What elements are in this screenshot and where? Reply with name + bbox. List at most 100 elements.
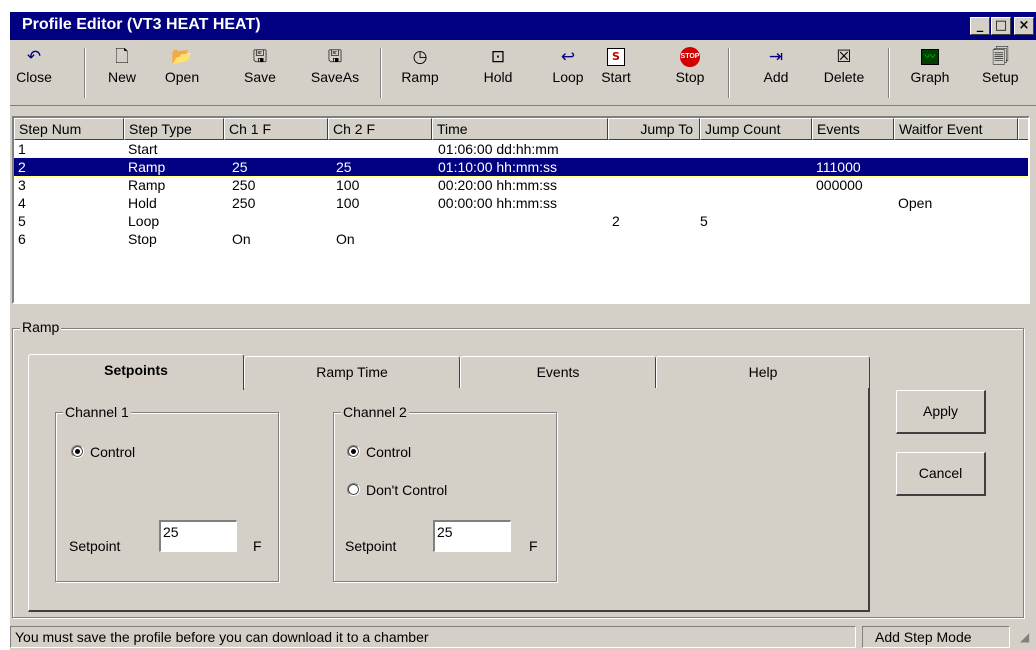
column-header-step-num[interactable]: Step Num [14,118,124,140]
cell-ch1: 25 [232,159,248,175]
add-step-icon: ⇥ [768,47,784,67]
cell-jump-count: 5 [700,213,708,229]
cell-waitfor: Open [898,195,933,211]
cell-ch2: 100 [336,195,360,211]
cell-events: 000000 [816,177,863,193]
steps-table[interactable]: Step Num Step Type Ch 1 F Ch 2 F Time Ju… [12,116,1030,304]
cell-step-num: 6 [18,231,26,247]
table-row[interactable]: 3 Ramp 250 100 00:20:00 hh:mm:ss 000000 [14,176,1028,194]
column-header-step-type[interactable]: Step Type [124,118,224,140]
channel2-setpoint-label: Setpoint [345,538,397,554]
ramp-button[interactable]: ◷ Ramp [398,46,442,100]
ramp-clock-icon: ◷ [412,47,428,67]
cell-jump-to: 2 [612,213,620,229]
cell-time: 01:10:00 hh:mm:ss [438,159,558,175]
radio-selected-icon [71,445,84,458]
close-window-button[interactable]: × [1014,17,1034,35]
close-button[interactable]: ↶ Close [12,46,56,100]
cell-time: 01:06:00 dd:hh:mm [438,141,559,157]
cell-step-type: Ramp [128,159,166,175]
ramp-group-label: Ramp [20,319,62,335]
resize-grip-icon[interactable]: ◢ [1020,630,1036,646]
channel2-dont-control-radio[interactable]: Don't Control [347,482,447,498]
loop-icon: ↩ [560,47,576,67]
column-header-events[interactable]: Events [812,118,894,140]
channel1-group [55,412,279,582]
start-button[interactable]: S Start [594,46,638,100]
cell-ch2: 100 [336,177,360,193]
channel1-control-radio[interactable]: Control [71,444,135,460]
cell-step-type: Start [128,141,158,157]
open-button[interactable]: 📂 Open [160,46,204,100]
cell-ch2: 25 [336,159,352,175]
table-row[interactable]: 6 Stop On On [14,230,1028,248]
cell-time: 00:00:00 hh:mm:ss [438,195,558,211]
channel2-control-radio[interactable]: Control [347,444,411,460]
window-title: Profile Editor (VT3 HEAT HEAT) [22,16,261,33]
cell-step-type: Loop [128,213,160,229]
column-header-jump-count[interactable]: Jump Count [700,118,812,140]
stop-button[interactable]: STOP Stop [668,46,712,100]
table-row[interactable]: 4 Hold 250 100 00:00:00 hh:mm:ss Open [14,194,1028,212]
cell-step-type: Stop [128,231,157,247]
column-header-filler [1018,118,1028,140]
column-header-time[interactable]: Time [432,118,608,140]
table-row[interactable]: 5 Loop 2 5 [14,212,1028,230]
column-header-ch1[interactable]: Ch 1 F [224,118,328,140]
ramp-tabs: Setpoints Ramp Time Events Help [28,354,870,390]
tab-events[interactable]: Events [460,356,656,388]
radio-selected-icon [347,445,360,458]
delete-icon: ☒ [836,47,852,67]
toolbar: ↶ Close 🗋 New 📂 Open 🖫 Save 🖫 SaveAs ◷ R… [10,40,1036,106]
channel1-setpoint-label: Setpoint [69,538,121,554]
floppy-disk-icon: 🖫 [252,47,268,67]
status-mode: Add Step Mode [862,626,1010,648]
channel1-label: Channel 1 [63,404,131,420]
save-button[interactable]: 🖫 Save [238,46,282,100]
setup-icon: 🗐 [992,47,1009,67]
table-row-selected[interactable]: 2 Ramp 25 25 01:10:00 hh:mm:ss 111000 [14,157,1028,177]
stop-sign-icon: STOP [680,47,700,67]
tab-setpoints[interactable]: Setpoints [28,354,244,390]
channel1-setpoint-input[interactable]: 25 [159,520,237,552]
column-header-ch2[interactable]: Ch 2 F [328,118,432,140]
setup-button[interactable]: 🗐 Setup [982,46,1032,100]
loop-button[interactable]: ↩ Loop [546,46,590,100]
apply-button[interactable]: Apply [896,390,986,434]
cell-step-num: 3 [18,177,26,193]
cancel-button[interactable]: Cancel [896,452,986,496]
column-header-waitfor-event[interactable]: Waitfor Event [894,118,1018,140]
delete-button[interactable]: ☒ Delete [818,46,870,100]
add-button[interactable]: ⇥ Add [754,46,798,100]
table-row[interactable]: 1 Start 01:06:00 dd:hh:mm [14,140,1028,158]
cell-ch1: On [232,231,251,247]
channel2-unit: F [529,538,538,554]
title-bar[interactable]: Profile Editor (VT3 HEAT HEAT) _ □ × [10,12,1036,40]
cell-step-num: 4 [18,195,26,211]
toolbar-separator [380,48,382,98]
table-header: Step Num Step Type Ch 1 F Ch 2 F Time Ju… [14,118,1028,140]
channel2-setpoint-input[interactable]: 25 [433,520,511,552]
profile-editor-window: Profile Editor (VT3 HEAT HEAT) _ □ × ↶ C… [8,10,1036,650]
maximize-button[interactable]: □ [991,17,1011,35]
hold-icon: ⊡ [490,47,506,67]
cell-ch2: On [336,231,355,247]
cell-step-type: Ramp [128,177,166,193]
open-folder-icon: 📂 [171,47,193,67]
toolbar-separator [888,48,890,98]
new-button[interactable]: 🗋 New [102,46,142,100]
cell-ch1: 250 [232,195,256,211]
minimize-button[interactable]: _ [970,17,990,35]
channel1-unit: F [253,538,262,554]
graph-button[interactable]: 〰 Graph [906,46,954,100]
tab-ramp-time[interactable]: Ramp Time [244,356,460,388]
save-as-button[interactable]: 🖫 SaveAs [306,46,364,100]
toolbar-separator [728,48,730,98]
column-header-jump-to[interactable]: Jump To [608,118,700,140]
hold-button[interactable]: ⊡ Hold [476,46,520,100]
tab-help[interactable]: Help [656,356,870,388]
cell-step-num: 2 [18,159,26,175]
new-document-icon: 🗋 [115,47,129,67]
status-message: You must save the profile before you can… [10,626,856,648]
cell-ch1: 250 [232,177,256,193]
